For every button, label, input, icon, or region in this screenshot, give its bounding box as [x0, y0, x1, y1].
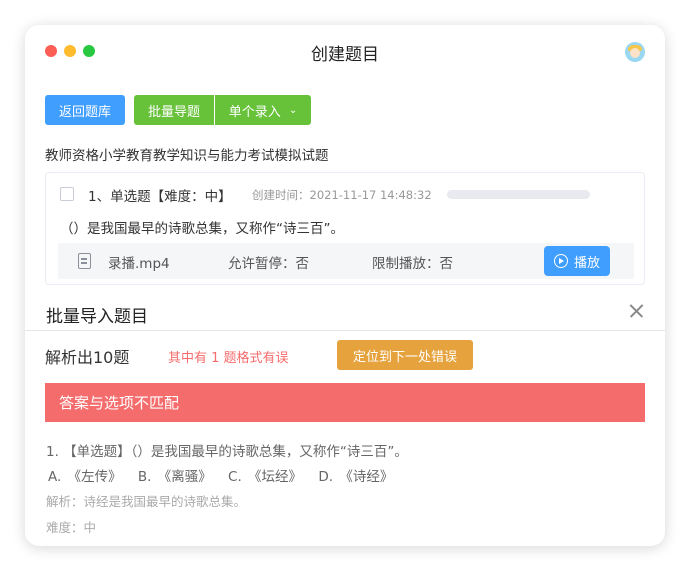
question-stem: （）是我国最早的诗歌总集，又称作“诗三百”。	[60, 221, 344, 237]
preview-difficulty: 难度：中	[46, 520, 97, 535]
avatar[interactable]	[625, 42, 645, 62]
question-header: 1、单选题【难度：中】	[88, 189, 232, 205]
format-error-summary: 其中有 1 题格式有误	[168, 351, 289, 366]
preview-question: 1. 【单选题】（）是我国最早的诗歌总集，又称作“诗三百”。	[46, 444, 408, 460]
back-to-bank-button[interactable]: 返回题库	[45, 95, 125, 125]
option-c: C. 《坛经》	[228, 469, 303, 485]
placeholder-bar	[447, 190, 590, 199]
close-icon[interactable]	[627, 302, 645, 320]
parse-count: 解析出10题	[45, 348, 130, 367]
preview-analysis: 解析：诗经是我国最早的诗歌总集。	[46, 494, 247, 509]
chevron-down-icon: ⌄	[288, 104, 298, 116]
option-b: B. 《离骚》	[137, 469, 212, 485]
preview-options: A. 《左传》 B. 《离骚》 C. 《坛经》 D. 《诗经》	[48, 465, 403, 485]
error-banner: 答案与选项不匹配	[45, 383, 645, 422]
question-checkbox[interactable]	[60, 187, 74, 201]
created-time: 创建时间：2021-11-17 14:48:32	[252, 188, 432, 202]
option-d: D. 《诗经》	[318, 469, 394, 485]
media-file-name: 录播.mp4	[108, 256, 170, 272]
import-panel-title: 批量导入题目	[46, 307, 148, 327]
app-window: 创建题目 返回题库 批量导题 单个录入 ⌄ 教师资格小学教育教学知识与能力考试模…	[25, 25, 665, 546]
locate-next-error-button[interactable]: 定位到下一处错误	[337, 340, 473, 370]
allow-pause-setting: 允许暂停：否	[228, 256, 309, 272]
option-a: A. 《左传》	[48, 469, 122, 485]
media-row: 录播.mp4 允许暂停：否 限制播放：否 播放	[58, 243, 634, 279]
single-entry-label: 单个录入	[228, 104, 281, 120]
title-bar: 创建题目	[25, 25, 665, 79]
avatar-face	[630, 48, 640, 58]
single-entry-dropdown[interactable]: 单个录入 ⌄	[215, 95, 311, 125]
limit-play-setting: 限制播放：否	[372, 256, 453, 272]
window-title: 创建题目	[311, 45, 379, 65]
batch-import-button[interactable]: 批量导题	[134, 95, 214, 125]
play-button[interactable]: 播放	[544, 246, 610, 276]
question-card: 1、单选题【难度：中】 创建时间：2021-11-17 14:48:32 （）是…	[45, 172, 645, 285]
play-icon	[553, 254, 568, 268]
question-bank-title: 教师资格小学教育教学知识与能力考试模拟试题	[45, 148, 329, 164]
panel-divider	[25, 330, 665, 331]
play-label: 播放	[573, 255, 600, 271]
file-icon	[78, 253, 91, 269]
